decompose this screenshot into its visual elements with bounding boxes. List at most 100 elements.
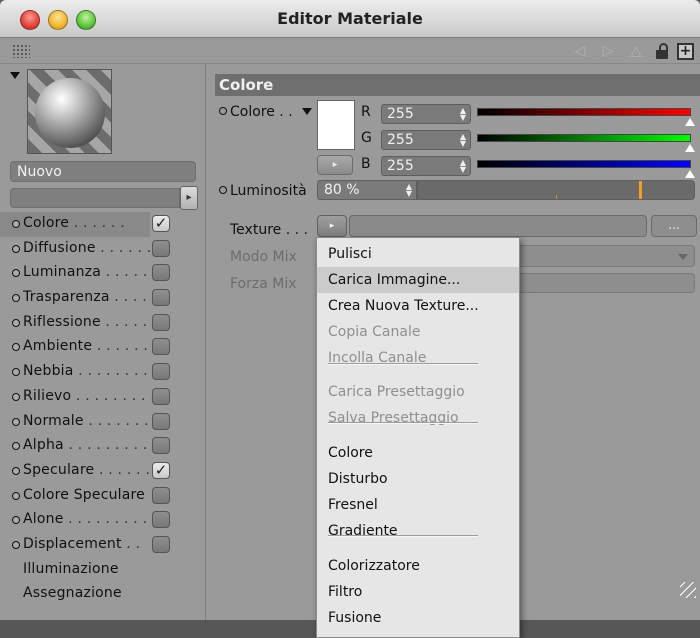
channel-checkbox[interactable] [152,387,170,405]
forza-mix-slider[interactable] [512,273,695,293]
color-swatch[interactable] [317,100,355,150]
red-channel-bar[interactable] [477,108,691,116]
plus-icon[interactable]: + [677,42,694,60]
channel-checkbox[interactable] [152,412,170,430]
channel-item[interactable]: Trasparenza . . . . [0,286,206,311]
menu-separator [328,535,478,537]
material-preview[interactable] [27,69,112,154]
channel-item[interactable]: Diffusione . . . . . . . [0,237,206,262]
channel-name: Nebbia [23,363,74,380]
channel-item[interactable]: Colore . . . . . . ✓ [0,212,206,237]
lock-icon[interactable] [653,42,671,60]
luminosita-field[interactable]: 80 % ▲ ▼ [317,180,417,200]
menu-separator [328,422,478,424]
channel-leader-dots: . . . . . . . [83,412,149,429]
channel-checkbox[interactable] [152,264,170,282]
g-value: 255 [387,132,414,148]
toolbar-grip-icon[interactable] [12,44,30,58]
channel-item[interactable]: Rilievo . . . . . . . . . [0,385,206,410]
red-marker-icon[interactable] [685,118,695,126]
material-name-field[interactable]: Nuovo [10,161,196,182]
forward-arrow-icon: ▷ [602,43,614,59]
channel-label: Normale . . . . . . . [23,413,149,429]
channel-item[interactable]: Nebbia . . . . . . . . . [0,360,206,385]
green-marker-icon[interactable] [685,144,695,152]
g-value-field[interactable]: 255 ▲ ▼ [381,130,471,150]
preview-slider-arrow-icon[interactable]: ▸ [180,186,198,210]
preview-toggle-icon[interactable] [10,72,20,79]
channel-checkbox[interactable] [152,289,170,307]
channel-item[interactable]: Ambiente . . . . . . . [0,335,206,360]
panel-item[interactable]: Assegnazione [0,582,206,607]
channel-item[interactable]: Riflessione . . . . . [0,311,206,336]
channel-name: Riflessione [23,313,101,330]
channel-checkbox[interactable]: ✓ [152,461,170,479]
menu-item[interactable]: Pulisci [317,241,519,267]
channel-checkbox[interactable] [152,437,170,455]
channel-item[interactable]: Luminanza . . . . . [0,261,206,286]
panel-item-label: Assegnazione [23,585,122,602]
menu-item[interactable]: Gradiente [317,518,519,544]
channel-item[interactable]: Speculare . . . . . . ✓ [0,459,206,484]
texture-menu-button[interactable]: ▸ [317,215,347,237]
channel-checkbox[interactable] [152,535,170,553]
r-spin-icon[interactable]: ▲ ▼ [460,107,466,122]
channel-label: Speculare . . . . . . [23,462,150,478]
channel-dot-icon [12,417,20,426]
panel-item[interactable]: Illuminazione [0,558,206,583]
r-value-field[interactable]: 255 ▲ ▼ [381,104,471,124]
channel-item[interactable]: Colore Speculare [0,484,206,509]
blue-channel-bar[interactable] [477,160,691,168]
b-value-field[interactable]: 255 ▲ ▼ [381,156,471,176]
menu-item[interactable]: Crea Nuova Texture... [317,293,519,319]
luminosita-spin-icon[interactable]: ▲ ▼ [406,183,412,198]
green-channel-bar[interactable] [477,134,691,142]
animate-dot-icon[interactable] [219,186,227,194]
channel-leader-dots: . . [121,535,141,552]
channel-checkbox[interactable] [152,313,170,331]
color-picker-button[interactable]: ▸ [317,155,353,175]
g-spin-icon[interactable]: ▲ ▼ [460,133,466,148]
channel-checkbox[interactable] [152,486,170,504]
channel-label: Nebbia . . . . . . . . . [23,363,157,379]
channel-checkbox[interactable] [152,338,170,356]
menu-item: Salva Presettaggio [328,410,459,426]
preview-slider[interactable] [10,188,180,208]
menu-item[interactable]: Carica Immagine... [317,267,519,293]
channel-dot-icon [12,244,20,253]
animate-dot-icon[interactable] [219,107,227,115]
title-bar[interactable]: Editor Materiale [0,0,700,38]
texture-browse-button[interactable]: ... [651,215,697,237]
channel-item[interactable]: Alone . . . . . . . . . [0,508,206,533]
luminosita-handle[interactable] [639,181,642,199]
channel-dot-icon [12,368,20,377]
blue-marker-icon[interactable] [685,170,695,178]
g-label: G [361,130,372,146]
channel-item[interactable]: Normale . . . . . . . [0,410,206,435]
menu-item[interactable]: Disturbo [317,466,519,492]
channel-label: Riflessione . . . . . [23,314,147,330]
menu-item[interactable]: Colore [317,440,519,466]
channel-label: Alpha . . . . . . . . . . [23,437,157,453]
menu-item[interactable]: Colorizzatore [317,553,519,579]
channel-item[interactable]: Alpha . . . . . . . . . . [0,434,206,459]
channel-name: Alpha [23,437,64,454]
channel-item[interactable]: Displacement . . [0,533,206,558]
channel-leader-dots: . . . . . . . [95,239,161,256]
color-menu-triangle-icon[interactable] [302,108,312,115]
channel-checkbox[interactable]: ✓ [152,215,170,232]
modo-mix-select[interactable] [512,245,695,267]
menu-item[interactable]: Filtro [317,579,519,605]
channel-name: Trasparenza [23,289,110,306]
menu-item[interactable]: Fresnel [317,492,519,518]
luminosita-slider[interactable] [417,180,695,200]
channel-checkbox[interactable] [152,511,170,529]
menu-item[interactable]: Fusione [317,605,519,631]
channel-checkbox[interactable] [152,363,170,381]
channel-name: Luminanza [23,264,102,281]
texture-path-field[interactable] [349,215,647,237]
channel-checkbox[interactable] [152,239,170,257]
channel-dot-icon [12,516,20,525]
resize-grip-icon[interactable] [680,582,696,598]
b-spin-icon[interactable]: ▲ ▼ [460,159,466,174]
